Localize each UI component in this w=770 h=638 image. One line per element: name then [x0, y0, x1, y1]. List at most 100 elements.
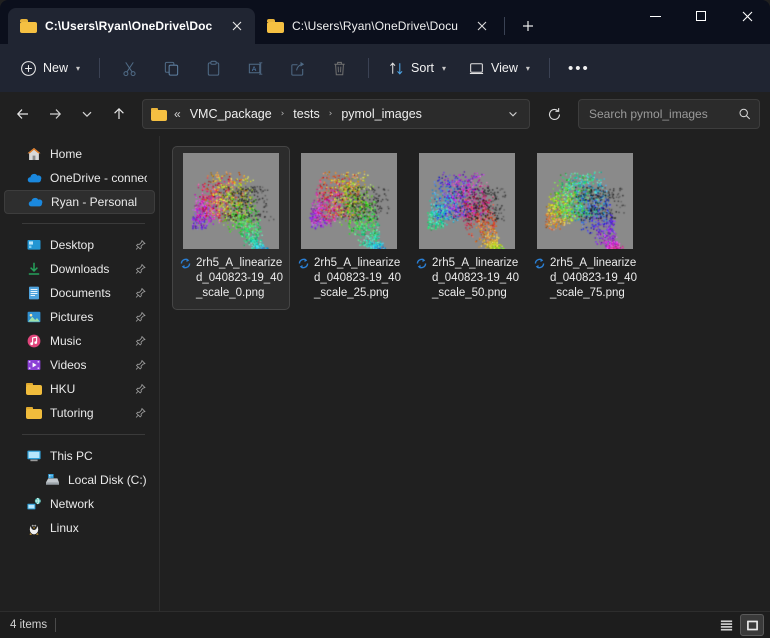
svg-text:A: A: [251, 66, 256, 73]
refresh-icon: [548, 107, 560, 120]
share-button[interactable]: [277, 52, 317, 84]
file-name: 2rh5_A_linearized_040823-19_40_scale_75.…: [550, 257, 637, 299]
maximize-button[interactable]: [678, 0, 724, 32]
sidebar-item-desktop[interactable]: Desktop: [4, 233, 155, 257]
cut-button[interactable]: [109, 52, 149, 84]
file-tile[interactable]: 2rh5_A_linearized_040823-19_40_scale_0.p…: [172, 146, 290, 310]
large-icons-view-button[interactable]: [740, 614, 764, 636]
pin-icon[interactable]: [135, 287, 146, 299]
ellipsis-icon: •••: [567, 59, 590, 77]
sidebar-item-videos[interactable]: Videos: [4, 353, 155, 377]
delete-button[interactable]: [319, 52, 359, 84]
rename-button[interactable]: A: [235, 52, 275, 84]
sidebar-item-music[interactable]: Music: [4, 329, 155, 353]
toolbar-divider-2: [368, 58, 370, 78]
tab-2-close-icon[interactable]: [470, 14, 494, 38]
sidebar-item-hku[interactable]: HKU: [4, 377, 155, 401]
file-label: 2rh5_A_linearized_040823-19_40_scale_75.…: [533, 256, 637, 301]
sidebar-item-pictures[interactable]: Pictures: [4, 305, 155, 329]
sidebar-item-ryan-personal[interactable]: Ryan - Personal: [4, 190, 155, 214]
file-tile[interactable]: 2rh5_A_linearized_040823-19_40_scale_25.…: [290, 146, 408, 310]
large-icons-view-icon: [746, 620, 758, 630]
tab-1[interactable]: C:\Users\Ryan\OneDrive\Docı: [8, 8, 255, 44]
sidebar-item-label: HKU: [50, 382, 76, 396]
sidebar-item-label: Documents: [50, 286, 111, 300]
arrow-left-icon: [16, 109, 28, 119]
back-button[interactable]: [8, 99, 38, 129]
chevron-down-icon: [509, 112, 517, 117]
status-bar: 4 items: [0, 611, 770, 638]
up-button[interactable]: [104, 99, 134, 129]
chevron-down-icon: ▾: [525, 63, 530, 73]
new-button[interactable]: New ▾: [10, 52, 90, 84]
tab-2-title: C:\Users\Ryan\OneDrive\Docu: [292, 19, 459, 33]
list-view-button[interactable]: [714, 614, 738, 636]
maximize-icon: [696, 11, 706, 21]
command-bar: New ▾ A Sort ▾ View ▾ •••: [0, 44, 770, 92]
breadcrumb-overflow-button[interactable]: «: [174, 107, 186, 121]
tab-1-close-icon[interactable]: [225, 14, 249, 38]
new-tab-button[interactable]: [513, 11, 543, 41]
breadcrumb[interactable]: « VMC_package › tests › pymol_images: [142, 99, 530, 129]
sidebar-item-downloads[interactable]: Downloads: [4, 257, 155, 281]
sidebar-item-network[interactable]: Network: [4, 492, 155, 516]
breadcrumb-item-1[interactable]: tests: [289, 104, 323, 124]
search-input[interactable]: [589, 107, 738, 121]
linux-icon: [26, 520, 42, 536]
status-divider: [55, 618, 57, 632]
downloads-icon: [26, 261, 42, 277]
pin-icon[interactable]: [135, 335, 146, 347]
tab-2[interactable]: C:\Users\Ryan\OneDrive\Docu: [255, 8, 500, 44]
copy-icon: [164, 61, 178, 76]
arrow-right-icon: [50, 109, 62, 119]
breadcrumb-separator: ›: [328, 109, 333, 119]
folder-icon: [20, 19, 37, 33]
thispc-icon: [26, 448, 42, 464]
close-icon: [742, 11, 752, 21]
view-button-label: View: [490, 61, 518, 75]
file-tile[interactable]: 2rh5_A_linearized_040823-19_40_scale_50.…: [408, 146, 526, 310]
view-icon: [469, 62, 484, 74]
sidebar-item-documents[interactable]: Documents: [4, 281, 155, 305]
rename-icon: A: [248, 61, 262, 75]
copy-button[interactable]: [151, 52, 191, 84]
sidebar-item-home[interactable]: Home: [4, 142, 155, 166]
sort-button-label: Sort: [411, 61, 434, 75]
onedrive-icon: [27, 194, 43, 210]
refresh-button[interactable]: [540, 100, 568, 128]
pin-icon[interactable]: [135, 383, 146, 395]
view-button[interactable]: View ▾: [458, 52, 540, 84]
pin-icon[interactable]: [135, 263, 146, 275]
pin-icon[interactable]: [135, 239, 146, 251]
breadcrumb-item-0[interactable]: VMC_package: [186, 104, 276, 124]
file-tile[interactable]: 2rh5_A_linearized_040823-19_40_scale_75.…: [526, 146, 644, 310]
drive-icon: [44, 472, 60, 488]
pin-icon[interactable]: [135, 311, 146, 323]
search-box[interactable]: [578, 99, 760, 129]
file-thumbnail: [301, 153, 397, 249]
more-options-button[interactable]: •••: [559, 52, 599, 84]
recent-locations-button[interactable]: [72, 99, 102, 129]
sidebar-item-linux[interactable]: Linux: [4, 516, 155, 540]
breadcrumb-item-2[interactable]: pymol_images: [337, 104, 426, 124]
file-list-view[interactable]: 2rh5_A_linearized_040823-19_40_scale_0.p…: [160, 136, 770, 611]
sidebar-item-tutoring[interactable]: Tutoring: [4, 401, 155, 425]
paste-icon: [207, 60, 219, 76]
breadcrumb-separator: ›: [280, 109, 285, 119]
paste-button[interactable]: [193, 52, 233, 84]
close-button[interactable]: [724, 0, 770, 32]
pin-icon[interactable]: [135, 359, 146, 371]
pin-icon[interactable]: [135, 407, 146, 419]
sort-button[interactable]: Sort ▾: [378, 52, 456, 84]
sidebar-item-this-pc[interactable]: This PC: [4, 444, 155, 468]
home-icon: [26, 146, 42, 162]
file-name: 2rh5_A_linearized_040823-19_40_scale_50.…: [432, 257, 519, 299]
breadcrumb-dropdown-button[interactable]: [501, 102, 525, 126]
minimize-button[interactable]: [632, 0, 678, 32]
file-thumbnail: [183, 153, 279, 249]
cut-icon: [122, 61, 136, 76]
sidebar-item-local-disk-c[interactable]: Local Disk (C:): [4, 468, 155, 492]
sidebar-item-label: Network: [50, 497, 95, 511]
forward-button[interactable]: [40, 99, 70, 129]
sidebar-item-onedrive-connect[interactable]: OneDrive - connect.h: [4, 166, 155, 190]
